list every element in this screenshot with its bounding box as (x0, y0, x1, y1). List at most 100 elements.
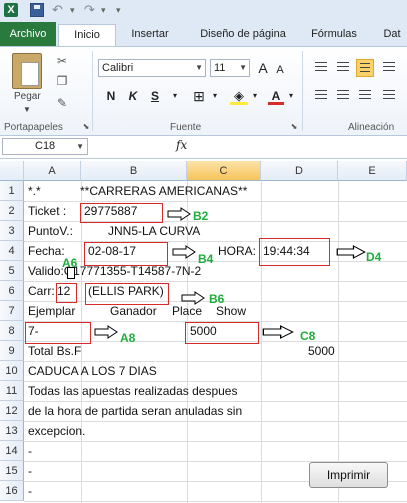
name-box[interactable]: C18 ▼ (2, 138, 88, 155)
cell-a3[interactable]: PuntoV.: (28, 221, 73, 241)
align-left-icon[interactable] (312, 87, 330, 105)
borders-icon[interactable]: ⊞ (190, 87, 208, 105)
cell-a4[interactable]: Fecha: (28, 241, 65, 261)
row-header[interactable]: 9 (0, 341, 24, 361)
cell-a10[interactable]: CADUCA A LOS 7 DIAS (28, 361, 157, 381)
row-header[interactable]: 11 (0, 381, 24, 401)
borders-dropdown-icon[interactable]: ▾ (210, 87, 220, 105)
cell-a15[interactable]: - (28, 461, 32, 481)
print-button[interactable]: Imprimir (309, 462, 388, 488)
tab-insertar[interactable]: Insertar (122, 24, 178, 45)
align-center-icon[interactable] (334, 87, 352, 105)
tab-formulas[interactable]: Fórmulas (306, 24, 362, 45)
paste-icon[interactable] (12, 53, 42, 89)
row-header[interactable]: 13 (0, 421, 24, 441)
font-size-box[interactable]: 11 ▼ (210, 59, 250, 77)
align-middle-icon[interactable] (334, 59, 352, 77)
cut-icon[interactable]: ✂ (54, 53, 70, 69)
row-header[interactable]: 4 (0, 241, 24, 261)
redo-icon[interactable]: ↷ (84, 3, 98, 17)
select-all-corner[interactable] (0, 161, 24, 181)
tab-inicio[interactable]: Inicio (58, 24, 116, 46)
font-launcher-icon[interactable]: ⬊ (286, 119, 302, 135)
annotation-b6: B6 (209, 292, 225, 306)
shrink-font-button[interactable]: A (274, 61, 286, 79)
paste-button-label[interactable]: Pegar (14, 91, 41, 102)
paste-dropdown-icon[interactable]: ▼ (23, 105, 31, 114)
row-header[interactable]: 1 (0, 181, 24, 201)
row-header[interactable]: 6 (0, 281, 24, 301)
cell-d9[interactable]: 5000 (308, 341, 335, 361)
cell-a7[interactable]: Ejemplar (28, 301, 75, 321)
cell-a14[interactable]: - (28, 441, 32, 461)
formula-input[interactable] (196, 138, 405, 155)
cell-a1[interactable]: *.* (28, 181, 41, 201)
tab-archivo[interactable]: Archivo (0, 22, 56, 46)
italic-button[interactable]: K (126, 87, 140, 105)
excel-logo-icon: X (4, 3, 18, 17)
annotation-d4: D4 (366, 250, 382, 264)
font-color-dropdown-icon[interactable]: ▾ (286, 87, 296, 105)
bold-button[interactable]: N (104, 87, 118, 105)
row-header[interactable]: 8 (0, 321, 24, 341)
cell-a13[interactable]: excepcion. (28, 421, 85, 441)
chevron-down-icon[interactable]: ▼ (239, 60, 247, 76)
row-header[interactable]: 12 (0, 401, 24, 421)
underline-dropdown-icon[interactable]: ▾ (170, 87, 180, 105)
cell-c4[interactable]: HORA: (218, 241, 256, 261)
cell-a16[interactable]: - (28, 481, 32, 501)
align-top-icon[interactable] (312, 59, 330, 77)
font-name-box[interactable]: Calibri ▼ (98, 59, 206, 77)
highlight-box-c8 (185, 322, 259, 344)
cell-a11[interactable]: Todas las apuestas realizadas despues (28, 381, 237, 401)
annotation-a8: A8 (120, 331, 136, 345)
decrease-indent-icon[interactable] (380, 87, 398, 105)
font-color-button[interactable]: A (268, 87, 284, 105)
copy-icon[interactable]: ❐ (54, 73, 70, 89)
undo-icon[interactable]: ↶ (52, 3, 66, 17)
customize-qat-icon[interactable]: ▾ (116, 5, 121, 16)
row-header[interactable]: 5 (0, 261, 24, 281)
cell-a9[interactable]: Total Bs.F (28, 341, 81, 361)
chevron-down-icon[interactable]: ▼ (195, 60, 203, 76)
grow-font-button[interactable]: A (256, 59, 270, 77)
cell-a6[interactable]: Carr: (28, 281, 55, 301)
row-header[interactable]: 14 (0, 441, 24, 461)
tab-datos[interactable]: Dat (372, 24, 407, 45)
cell-a2[interactable]: Ticket : (28, 201, 66, 221)
row-header[interactable]: 10 (0, 361, 24, 381)
row-header[interactable]: 3 (0, 221, 24, 241)
row-header[interactable]: 7 (0, 301, 24, 321)
grid-line (24, 241, 407, 242)
orientation-icon[interactable] (380, 59, 398, 77)
redo-dropdown-icon[interactable]: ▾ (101, 5, 106, 16)
save-icon[interactable] (30, 3, 44, 17)
ribbon-tabs: Archivo Inicio Insertar Diseño de página… (0, 22, 407, 46)
cell-b3[interactable]: JNN5-LA CURVA (108, 221, 200, 241)
row-header[interactable]: 15 (0, 461, 24, 481)
cell-b1[interactable]: **CARRERAS AMERICANAS** (80, 181, 247, 201)
column-header-b[interactable]: B (81, 161, 187, 181)
function-icon[interactable]: fx (176, 138, 187, 152)
ribbon: Pegar ▼ ✂ ❐ ✎ Portapapeles ⬊ Calibri ▼ 11… (0, 46, 407, 136)
column-header-d[interactable]: D (261, 161, 338, 181)
undo-dropdown-icon[interactable]: ▾ (70, 5, 75, 16)
grid-line (24, 201, 407, 202)
column-header-c[interactable]: C (187, 161, 261, 181)
column-header-a[interactable]: A (24, 161, 81, 181)
tab-diseno-pagina[interactable]: Diseño de página (190, 24, 296, 45)
row-header[interactable]: 16 (0, 481, 24, 501)
cell-a12[interactable]: de la hora de partida seran anuladas sin (28, 401, 242, 421)
underline-button[interactable]: S (148, 87, 162, 105)
align-right-icon[interactable] (356, 87, 374, 105)
align-bottom-icon[interactable] (356, 59, 374, 77)
format-painter-icon[interactable]: ✎ (54, 95, 70, 111)
quick-access-toolbar: X ↶ ▾ ↷ ▾ ▾ (0, 0, 407, 23)
chevron-down-icon[interactable]: ▼ (76, 139, 84, 154)
fill-color-icon[interactable]: ◈ (230, 87, 248, 105)
row-header[interactable]: 2 (0, 201, 24, 221)
column-header-e[interactable]: E (338, 161, 407, 181)
annotation-b2: B2 (193, 209, 209, 223)
fill-dropdown-icon[interactable]: ▾ (250, 87, 260, 105)
grid-line (24, 281, 407, 282)
